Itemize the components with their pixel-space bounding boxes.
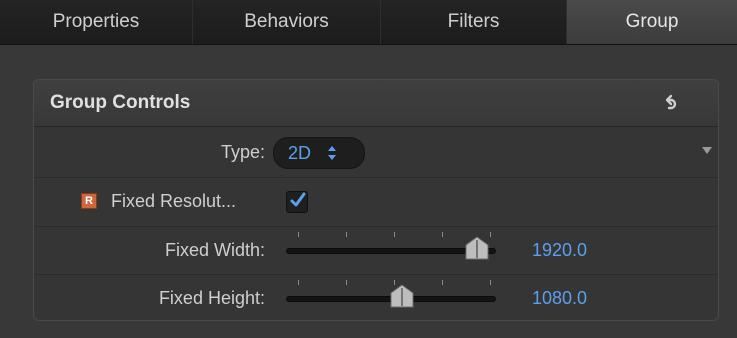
disclosure-triangle-icon[interactable]	[702, 147, 712, 154]
slider-tick	[490, 232, 491, 237]
fixed-width-label: Fixed Width:	[164, 239, 265, 260]
type-row: Type: 2D	[34, 127, 718, 178]
checkmark-icon	[290, 192, 306, 207]
type-popup[interactable]: 2D	[273, 137, 365, 169]
fixed-height-slider[interactable]	[286, 274, 496, 320]
fixed-resolution-row: R Fixed Resolut...	[34, 177, 718, 227]
slider-knob[interactable]	[464, 236, 490, 260]
fixed-width-row: Fixed Width: 1920.0	[34, 226, 718, 275]
reset-arrow-icon[interactable]	[658, 92, 680, 114]
slider-tick	[442, 280, 443, 285]
slider-tick	[298, 232, 299, 237]
tab-properties[interactable]: Properties	[0, 0, 193, 44]
type-label: Type:	[220, 141, 265, 162]
stepper-arrows-icon	[328, 146, 337, 160]
type-value: 2D	[288, 142, 312, 163]
slider-tick	[442, 232, 443, 237]
tab-filters[interactable]: Filters	[381, 0, 567, 44]
fixed-width-slider[interactable]	[286, 226, 496, 274]
panel-header: Group Controls	[34, 80, 718, 127]
fixed-height-row: Fixed Height: 1080.0	[34, 274, 718, 320]
fixed-height-value[interactable]: 1080.0	[532, 274, 587, 320]
tab-behaviors[interactable]: Behaviors	[193, 0, 381, 44]
rig-badge-icon: R	[81, 193, 97, 209]
slider-tick	[394, 232, 395, 237]
panel-title: Group Controls	[50, 92, 191, 113]
slider-tick	[346, 280, 347, 285]
slider-tick	[490, 280, 491, 285]
inspector-tab-bar: Properties Behaviors Filters Group	[0, 0, 737, 45]
fixed-resolution-label: Fixed Resolut...	[111, 191, 237, 211]
fixed-width-value[interactable]: 1920.0	[532, 226, 587, 274]
fixed-resolution-checkbox[interactable]	[286, 191, 308, 213]
slider-tick	[298, 280, 299, 285]
slider-knob[interactable]	[389, 284, 415, 308]
slider-tick	[346, 232, 347, 237]
tab-group[interactable]: Group	[567, 0, 737, 44]
group-controls-panel: Group Controls Type: 2D R Fixed Resolut.…	[33, 79, 719, 321]
fixed-height-label: Fixed Height:	[158, 287, 265, 308]
